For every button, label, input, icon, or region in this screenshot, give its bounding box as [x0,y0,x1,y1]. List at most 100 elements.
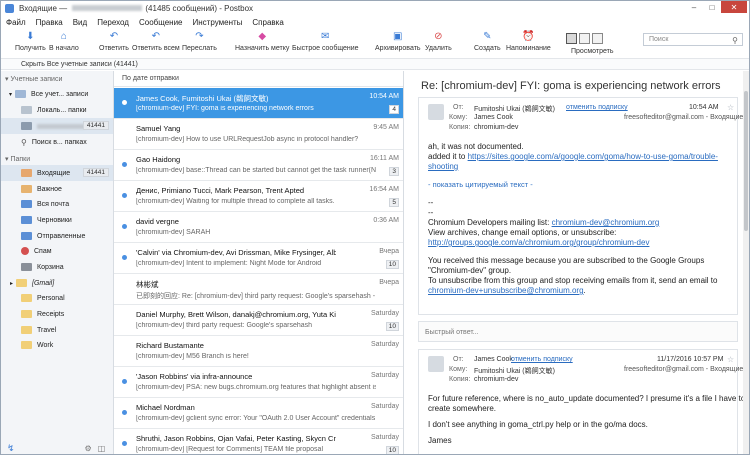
accounts-header[interactable]: ▾ Учетные записи [5,75,62,83]
message-row[interactable]: Michael Nordman [chromium-dev] gclient s… [114,398,403,429]
archive-button[interactable]: ▣ Архивировать [375,31,421,52]
cc-value[interactable]: chromium-dev [474,124,518,131]
from-value[interactable]: Fumitoshi Ukai (鵜飼文敏) [474,104,555,114]
menu-go[interactable]: Переход [92,18,134,27]
message-subject: [chromium-dev] gclient sync error: Your … [136,415,376,422]
message-row[interactable]: Gao Haidong [chromium-dev] base::Thread … [114,150,403,181]
sidebar-item-local-folders[interactable]: Локаль... папки [1,102,113,118]
sidebar-item-travel[interactable]: Travel [1,322,113,338]
goma-docs-link-tail[interactable]: shooting [428,162,458,171]
get-mail-button[interactable]: ⬇ Получить [15,31,46,52]
reply-button[interactable]: ↶ Ответить [99,31,129,52]
message-time: 10:54 AM [689,104,719,111]
menu-file[interactable]: Файл [1,18,31,27]
delete-icon: ⊘ [434,31,443,42]
unsubscribe-link[interactable]: отменить подписку [566,104,628,111]
reply-all-button[interactable]: ↶ Ответить всем [132,31,180,52]
maximize-icon[interactable]: □ [703,1,721,13]
settings-icon[interactable]: ⚙ [85,444,92,453]
layout-wide-icon[interactable] [592,33,603,44]
folders-header[interactable]: ▾ Папки [5,155,30,163]
all-mail-icon [21,200,32,208]
unsubscribe-email-link[interactable]: chromium-dev+unsubscribe@chromium.org [428,286,584,295]
menu-tools[interactable]: Инструменты [188,18,248,27]
menu-view[interactable]: Вид [68,18,92,27]
sidebar-item-personal[interactable]: Personal [1,290,113,306]
mailing-list-link[interactable]: chromium-dev@chromium.org [552,218,660,227]
body-line: View archives, change email options, or … [428,228,617,237]
sidebar-item-important[interactable]: Важное [1,181,113,197]
forward-button[interactable]: ↷ Переслать [182,31,217,52]
sidebar-item-receipts[interactable]: Receipts [1,306,113,322]
message-row[interactable]: Shruthi, Jason Robbins, Ojan Vafai, Pete… [114,429,403,454]
scrollbar-thumb[interactable] [744,91,748,231]
sidebar-item-trash[interactable]: Корзина [1,259,113,275]
goma-docs-link[interactable]: https://sites.google.com/a/google.com/go… [468,152,718,161]
sidebar-item-all-accounts[interactable]: ▾ Все учет... записи [1,86,113,102]
sidebar-item-drafts[interactable]: Черновики [1,212,113,228]
message-subject: 已即刻的回应: Re: [chromium-dev] third party r… [136,293,376,300]
home-icon: ⌂ [60,31,67,42]
hide-accounts-toggle[interactable]: Скрыть Все учетные записи (41441) [21,61,138,68]
sidebar-item-gmail[interactable]: ▸ [Gmail] [1,275,113,291]
unread-dot-icon [122,441,127,446]
to-value[interactable]: Fumitoshi Ukai (鵜飼文敏) [474,366,555,376]
compose-button[interactable]: ✎ Создать [474,31,501,52]
sidebar-item-sent[interactable]: Отправленные [1,228,113,244]
view-layout-toggle[interactable] [566,33,605,44]
search-input[interactable]: Поиск ⚲ [643,33,743,46]
drafts-icon [21,216,32,224]
to-value[interactable]: James Cook [474,114,513,121]
important-folder-icon [21,185,32,193]
sidebar-item-mail-account[interactable]: 41441 [1,118,113,134]
show-quoted-text-link[interactable]: - показать цитируемый текст - [428,180,533,190]
sort-header[interactable]: По дате отправки [114,71,403,87]
sidebar-item-label: Черновики [37,216,72,224]
minimize-icon[interactable]: – [685,1,703,13]
message-row[interactable]: 林彬斌 已即刻的回应: Re: [chromium-dev] third par… [114,274,403,305]
reminder-button[interactable]: ⏰ Напоминание [506,31,551,52]
layout-vertical-icon[interactable] [566,33,577,44]
close-icon[interactable]: ✕ [721,1,747,13]
home-button[interactable]: ⌂ В начало [49,31,79,52]
message-date: Вчера [379,279,399,286]
quick-reply-input[interactable]: Быстрый ответ... [418,321,738,342]
menu-message[interactable]: Сообщение [134,18,188,27]
unsubscribe-link[interactable]: отменить подписку [511,356,573,363]
body-line: You received this message because you ar… [428,256,705,265]
tag-button[interactable]: ◆ Назначить метку [235,31,289,52]
cc-value[interactable]: chromium-dev [474,376,518,383]
activity-icon[interactable]: ↯ [7,443,15,454]
panel-toggle-icon[interactable]: ◫ [98,444,106,453]
star-icon[interactable]: ☆ [727,103,734,112]
message-row[interactable]: James Cook, Fumitoshi Ukai (鵜飼文敏) [chrom… [114,88,403,119]
delete-button[interactable]: ⊘ Удалить [425,31,452,52]
sidebar-item-spam[interactable]: Спам [1,243,113,259]
folder-icon [21,310,32,318]
account-name-blurred [37,123,85,129]
sidebar-item-inbox[interactable]: Входящие 41441 [1,165,113,181]
sidebar-item-all-mail[interactable]: Вся почта [1,196,113,212]
message-row[interactable]: Richard Bustamante [chromium-dev] M56 Br… [114,336,403,367]
message-date: 16:54 AM [369,186,399,193]
sidebar-item-work[interactable]: Work [1,337,113,353]
message-row[interactable]: david vergne [chromium-dev] SARAH 0:36 A… [114,212,403,243]
menu-edit[interactable]: Правка [31,18,68,27]
archives-link[interactable]: http://groups.google.com/a/chromium.org/… [428,238,649,247]
message-row[interactable]: Samuel Yang [chromium-dev] How to use UR… [114,119,403,150]
message-row[interactable]: 'Calvin' via Chromium-dev, Avi Drissman,… [114,243,403,274]
from-value[interactable]: James Cook [474,356,513,363]
quick-message-button[interactable]: ✉ Быстрое сообщение [292,31,359,52]
download-icon: ⬇ [26,31,35,42]
sidebar-item-search-folders[interactable]: ⚲ Поиск в... папках [1,134,113,150]
account-folder-label: freesofteditor@gmail.com - Входящие [624,366,744,373]
message-row[interactable]: 'Jason Robbins' via infra-announce [chro… [114,367,403,398]
star-icon[interactable]: ☆ [727,355,734,364]
message-from: 林彬斌 [136,280,159,289]
message-row[interactable]: Daniel Murphy, Brett Wilson, danakj@chro… [114,305,403,336]
layout-horizontal-icon[interactable] [579,33,590,44]
message-date: Saturday [370,434,399,441]
message-row[interactable]: Денис, Primiano Tucci, Mark Pearson, Tre… [114,181,403,212]
reading-pane-scrollbar[interactable] [743,71,749,454]
menu-help[interactable]: Справка [247,18,288,27]
